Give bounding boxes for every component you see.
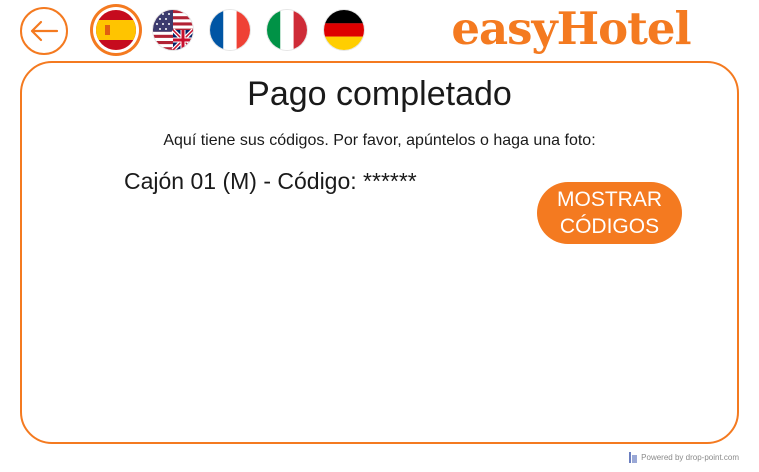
drop-point-logo-icon bbox=[629, 452, 638, 463]
language-de-button[interactable] bbox=[324, 10, 364, 50]
show-codes-label-line1: MOSTRAR bbox=[557, 188, 662, 211]
locker-code-line: Cajón 01 (M) - Código: ****** bbox=[124, 168, 417, 194]
language-es-button[interactable] bbox=[96, 10, 136, 50]
powered-by-text: Powered by drop-point.com bbox=[641, 453, 739, 462]
show-codes-button[interactable]: MOSTRAR CÓDIGOS bbox=[537, 182, 682, 244]
easyhotel-logo: easyHotel bbox=[451, 1, 691, 55]
page-title: Pago completado bbox=[247, 75, 512, 113]
italy-flag-icon bbox=[267, 10, 307, 50]
language-it-button[interactable] bbox=[267, 10, 307, 50]
show-codes-label-line2: CÓDIGOS bbox=[559, 215, 660, 238]
back-button[interactable] bbox=[20, 7, 68, 55]
language-en-button[interactable] bbox=[153, 10, 193, 50]
powered-by: Powered by drop-point.com bbox=[629, 452, 739, 463]
arrow-left-icon bbox=[30, 20, 59, 42]
france-flag-icon bbox=[210, 10, 250, 50]
uk-us-flag-icon bbox=[153, 10, 193, 50]
payment-complete-panel: Pago completado Aquí tiene sus códigos. … bbox=[20, 61, 739, 444]
language-fr-button[interactable] bbox=[210, 10, 250, 50]
instructions-text: Aquí tiene sus códigos. Por favor, apúnt… bbox=[163, 132, 596, 149]
germany-flag-icon bbox=[324, 10, 364, 50]
spain-flag-icon bbox=[96, 10, 136, 50]
